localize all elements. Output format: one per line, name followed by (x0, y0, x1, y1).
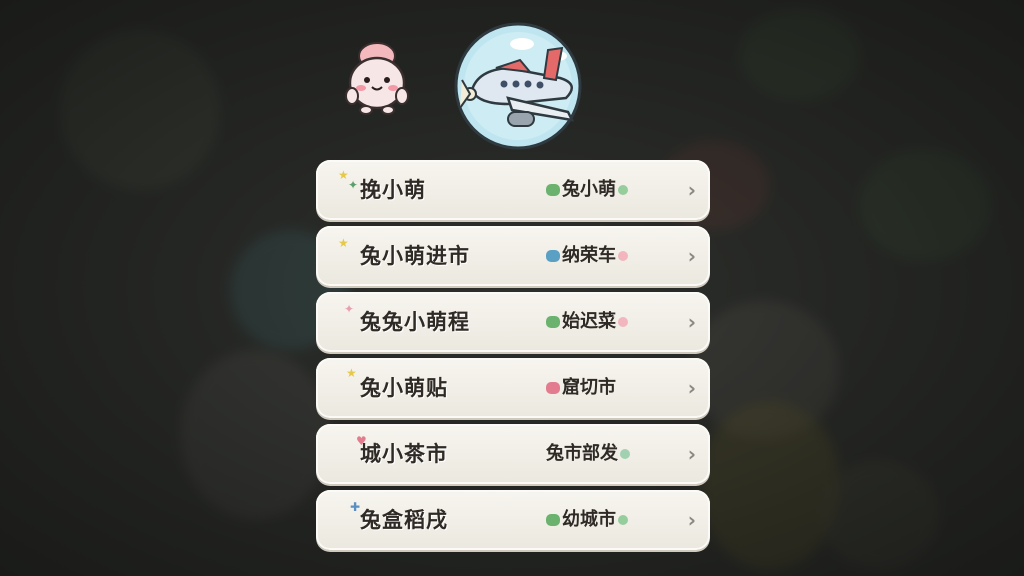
chevron-right-icon: › (687, 310, 696, 334)
row-3-label: 兔兔小萌程 (360, 310, 470, 334)
star-icon: ★ (346, 366, 357, 380)
sparkle-icon: ✦ (344, 302, 355, 316)
bunny-mascot-icon (345, 42, 409, 115)
chevron-right-icon: › (687, 244, 696, 268)
star-icon: ★ (338, 236, 349, 250)
menu-row-6[interactable]: ✚ 兔盒稻戌 幼城市 › (316, 490, 710, 550)
menu-row-1[interactable]: ★ ✦ 挽小萌 兔小萌 › (316, 160, 710, 220)
menu-row-4[interactable]: ★ 兔小萌贴 窟切市 › (316, 358, 710, 418)
row-4-destination: 窟切市 (546, 358, 616, 418)
menu-row-2[interactable]: ★ 兔小萌进市 纳荣车 › (316, 226, 710, 286)
chevron-right-icon: › (687, 442, 696, 466)
row-4-label: 兔小萌贴 (360, 376, 448, 400)
row-2-destination: 纳荣车 (546, 226, 628, 286)
chevron-right-icon: › (687, 376, 696, 400)
chevron-right-icon: › (687, 178, 696, 202)
row-3-destination: 始迟菜 (546, 292, 628, 352)
row-2-label: 兔小萌进市 (360, 244, 470, 268)
row-1-destination: 兔小萌 (546, 160, 628, 220)
row-5-destination: 兔市部发 (546, 424, 630, 484)
leaf-icon: ✦ (348, 178, 359, 192)
row-5-label: 城小茶市 (360, 442, 448, 466)
row-6-label: 兔盒稻戌 (360, 508, 448, 532)
menu-row-5[interactable]: ♥ 城小茶市 兔市部发 › (316, 424, 710, 484)
chevron-right-icon: › (687, 508, 696, 532)
airplane-globe-icon (454, 22, 582, 150)
row-6-destination: 幼城市 (546, 490, 628, 550)
sparkle-icon: ✚ (350, 500, 361, 514)
row-1-label: 挽小萌 (360, 178, 426, 202)
menu-row-3[interactable]: ✦ 兔兔小萌程 始迟菜 › (316, 292, 710, 352)
